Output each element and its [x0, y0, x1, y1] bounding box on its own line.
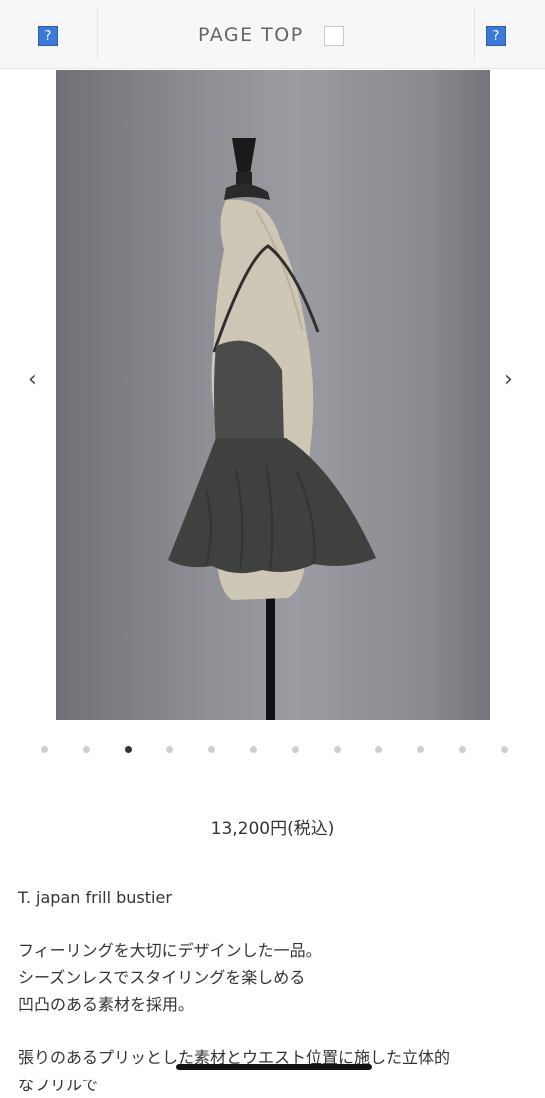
bustier-on-mannequin-illustration: [168, 138, 376, 720]
carousel-dot[interactable]: [208, 746, 215, 753]
carousel-dot[interactable]: [41, 746, 48, 753]
carousel-dot[interactable]: [417, 746, 424, 753]
help-icon-left[interactable]: ?: [38, 26, 58, 46]
carousel-dot[interactable]: [375, 746, 382, 753]
description-line: フィーリングを大切にデザインした一品。: [18, 941, 322, 960]
home-indicator: [176, 1064, 372, 1070]
product-image[interactable]: [56, 70, 490, 720]
carousel-prev-arrow[interactable]: ‹: [28, 367, 37, 392]
page-top-icon[interactable]: [324, 26, 344, 46]
divider: [474, 8, 475, 60]
carousel-dot[interactable]: [501, 746, 508, 753]
carousel-dot[interactable]: [250, 746, 257, 753]
product-name: T. japan frill bustier: [18, 888, 172, 907]
top-navigation-bar: ? PAGE TOP ?: [0, 0, 545, 69]
carousel-next-arrow[interactable]: ›: [504, 367, 513, 392]
carousel-dot[interactable]: [334, 746, 341, 753]
carousel-dot[interactable]: [459, 746, 466, 753]
description-line: シーズンレスでスタイリングを楽しめる: [18, 968, 306, 987]
help-icon-right[interactable]: ?: [486, 26, 506, 46]
product-price: 13,200円(税込): [210, 819, 335, 839]
carousel-dot[interactable]: [125, 746, 132, 753]
divider: [97, 8, 98, 60]
description-line: 凹凸のある素材を採用。: [18, 995, 195, 1014]
carousel-pagination: [0, 744, 545, 756]
carousel-dot[interactable]: [166, 746, 173, 753]
page-top-link[interactable]: PAGE TOP: [198, 24, 304, 46]
carousel-dot[interactable]: [292, 746, 299, 753]
carousel-dot[interactable]: [83, 746, 90, 753]
